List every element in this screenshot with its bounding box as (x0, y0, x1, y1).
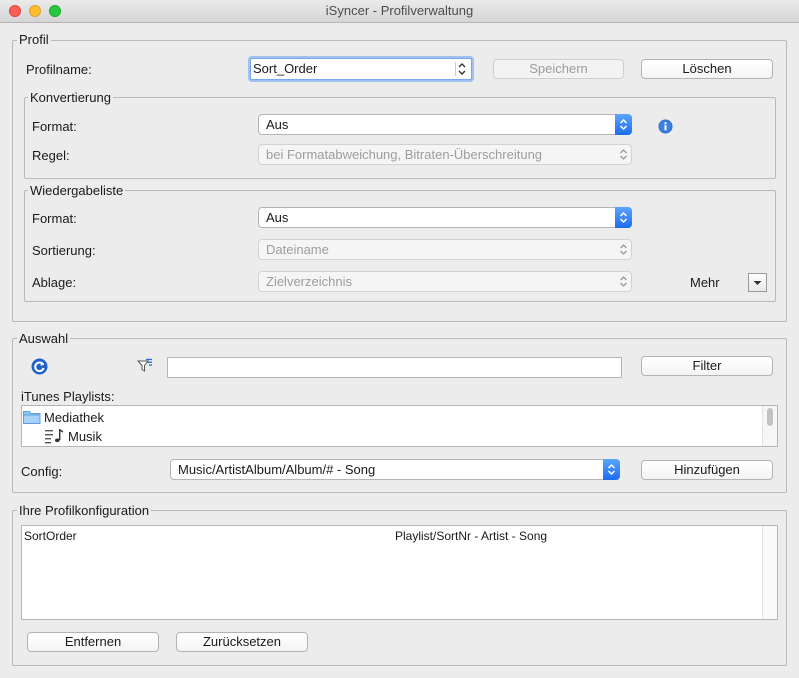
minimize-window-button[interactable] (29, 5, 41, 17)
filter-funnel-icon[interactable] (136, 358, 153, 374)
ablage-label: Ablage: (32, 275, 77, 290)
select-arrow-icon (615, 207, 632, 228)
konvertierung-format-select[interactable]: Aus (258, 114, 632, 135)
wiedergabeliste-group-title: Wiedergabeliste (28, 183, 126, 198)
triangle-down-icon (753, 281, 762, 285)
mehr-dropdown-button[interactable] (748, 273, 767, 292)
config-pattern-cell: Playlist/SortNr - Artist - Song (395, 529, 548, 543)
title-bar: iSyncer - Profilverwaltung (0, 0, 799, 23)
sortierung-select[interactable]: Dateiname (258, 239, 632, 260)
select-arrow-icon (603, 459, 620, 480)
config-name-cell: SortOrder (24, 529, 77, 543)
sortierung-label: Sortierung: (32, 243, 96, 258)
playlist-label: Musik (68, 429, 102, 444)
select-arrow-icon (615, 239, 632, 260)
folder-icon (23, 410, 41, 424)
konvertierung-format-label: Format: (32, 119, 77, 134)
konvertierung-format-value: Aus (266, 117, 289, 132)
window-title: iSyncer - Profilverwaltung (325, 3, 474, 18)
info-icon[interactable] (658, 119, 673, 134)
profilname-value: Sort_Order (253, 61, 318, 76)
regel-select[interactable]: bei Formatabweichung, Bitraten-Überschre… (258, 144, 632, 165)
combo-stepper-icon[interactable] (455, 62, 468, 76)
zoom-window-button[interactable] (49, 5, 61, 17)
save-button[interactable]: Speichern (493, 59, 624, 79)
konvertierung-group-title: Konvertierung (28, 90, 113, 105)
config-table-scrollbar[interactable] (762, 526, 777, 619)
sortierung-value: Dateiname (266, 242, 329, 257)
mehr-label: Mehr (690, 275, 720, 290)
delete-button[interactable]: Löschen (641, 59, 773, 79)
profil-group-title: Profil (17, 32, 51, 47)
config-select[interactable]: Music/ArtistAlbum/Album/# - Song (170, 459, 620, 480)
ablage-select[interactable]: Zielverzeichnis (258, 271, 632, 292)
profilname-label: Profilname: (26, 62, 92, 77)
wiedergabeliste-format-select[interactable]: Aus (258, 207, 632, 228)
add-button[interactable]: Hinzufügen (641, 460, 773, 480)
profilname-combo[interactable]: Sort_Order (250, 58, 472, 80)
konvertierung-group (24, 97, 776, 179)
config-label: Config: (21, 464, 63, 479)
music-list-icon (44, 428, 64, 444)
list-item[interactable]: Musik (44, 427, 724, 445)
playlists-scrollbar[interactable] (762, 406, 777, 446)
refresh-icon[interactable] (31, 358, 48, 375)
close-window-button[interactable] (9, 5, 21, 17)
config-value: Music/ArtistAlbum/Album/# - Song (178, 462, 376, 477)
list-item[interactable]: Mediathek (23, 408, 723, 426)
scrollbar-thumb[interactable] (767, 408, 773, 426)
auswahl-group-title: Auswahl (17, 331, 71, 346)
wiedergabeliste-format-value: Aus (266, 210, 289, 225)
remove-button[interactable]: Entfernen (27, 632, 159, 652)
profilkonfiguration-group-title: Ihre Profilkonfiguration (17, 503, 152, 518)
filter-input[interactable] (167, 357, 622, 378)
playlists-tree[interactable]: Mediathek Musik (21, 405, 778, 447)
reset-button[interactable]: Zurücksetzen (176, 632, 308, 652)
ablage-value: Zielverzeichnis (266, 274, 352, 289)
profile-config-table[interactable]: SortOrder Playlist/SortNr - Artist - Son… (21, 525, 778, 620)
itunes-playlists-label: iTunes Playlists: (21, 389, 115, 404)
filter-button[interactable]: Filter (641, 356, 773, 376)
regel-label: Regel: (32, 148, 70, 163)
select-arrow-icon (615, 144, 632, 165)
playlist-label: Mediathek (44, 410, 104, 425)
table-row[interactable]: SortOrder Playlist/SortNr - Artist - Son… (22, 528, 762, 545)
wiedergabeliste-format-label: Format: (32, 211, 77, 226)
select-arrow-icon (615, 271, 632, 292)
select-arrow-icon (615, 114, 632, 135)
regel-value: bei Formatabweichung, Bitraten-Überschre… (266, 147, 543, 162)
